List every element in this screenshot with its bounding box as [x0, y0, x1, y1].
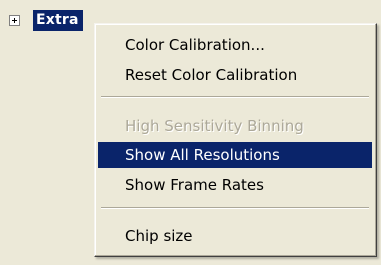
- menu-separator: [101, 96, 369, 98]
- context-menu: Color Calibration... Reset Color Calibra…: [94, 23, 377, 257]
- menu-item-color-calibration[interactable]: Color Calibration...: [98, 32, 372, 58]
- menu-item-high-sensitivity-binning: High Sensitivity Binning: [125, 117, 304, 135]
- plus-box-icon[interactable]: [9, 14, 20, 26]
- menu-item-reset-color-calibration[interactable]: Reset Color Calibration: [98, 62, 372, 88]
- menu-item-show-all-resolutions[interactable]: Show All Resolutions: [98, 142, 372, 168]
- menu-separator: [101, 207, 369, 209]
- tree-node-extra[interactable]: Extra: [9, 9, 83, 31]
- window-client-area: Extra Color Calibration... Reset Color C…: [0, 0, 381, 265]
- menu-item-chip-size[interactable]: Chip size: [98, 223, 372, 249]
- expander-vertical-stroke: [14, 17, 15, 23]
- tree-node-label[interactable]: Extra: [33, 9, 83, 31]
- menu-item-show-frame-rates[interactable]: Show Frame Rates: [98, 172, 372, 198]
